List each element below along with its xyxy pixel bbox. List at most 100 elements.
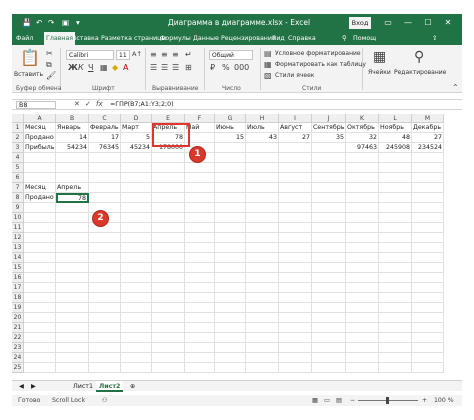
- accessibility-icon[interactable]: ⚇: [102, 395, 108, 406]
- cell-h5[interactable]: [246, 163, 279, 173]
- comma-style-icon[interactable]: 000: [234, 63, 249, 72]
- cell-c20[interactable]: [89, 313, 121, 323]
- cell-b23[interactable]: [56, 343, 89, 353]
- cell-e14[interactable]: [152, 253, 185, 263]
- cell-j23[interactable]: [312, 343, 346, 353]
- cell-k14[interactable]: [346, 253, 379, 263]
- align-right-icon[interactable]: ☰: [172, 63, 179, 72]
- cell-m11[interactable]: [412, 223, 444, 233]
- cell-m10[interactable]: [412, 213, 444, 223]
- cell-i11[interactable]: [279, 223, 312, 233]
- cell-e20[interactable]: [152, 313, 185, 323]
- insert-function-icon[interactable]: fx: [96, 100, 103, 109]
- cell-e12[interactable]: [152, 233, 185, 243]
- sheet-tab-1[interactable]: Лист1: [70, 381, 96, 392]
- cell-g22[interactable]: [215, 333, 246, 343]
- cell-k25[interactable]: [346, 363, 379, 373]
- cell-i16[interactable]: [279, 273, 312, 283]
- tab-insert[interactable]: Вставка: [72, 32, 99, 45]
- cell-b18[interactable]: [56, 293, 89, 303]
- cell-b11[interactable]: [56, 223, 89, 233]
- save-icon[interactable]: 💾: [22, 14, 31, 32]
- cell-b22[interactable]: [56, 333, 89, 343]
- cell-c17[interactable]: [89, 283, 121, 293]
- conditional-format-button[interactable]: Условное форматирование: [275, 50, 361, 57]
- cell-h14[interactable]: [246, 253, 279, 263]
- cell-k1[interactable]: Октябрь: [346, 123, 379, 133]
- cell-j24[interactable]: [312, 353, 346, 363]
- cell-m2[interactable]: 27: [412, 133, 444, 143]
- font-name-select[interactable]: Calibri: [66, 50, 114, 60]
- format-table-button[interactable]: Форматировать как таблицу: [275, 61, 366, 68]
- cell-m19[interactable]: [412, 303, 444, 313]
- cell-c22[interactable]: [89, 333, 121, 343]
- cell-m25[interactable]: [412, 363, 444, 373]
- cell-a16[interactable]: [24, 273, 56, 283]
- cell-c1[interactable]: Февраль: [89, 123, 121, 133]
- editing-icon[interactable]: ⚲: [414, 49, 424, 65]
- cell-g10[interactable]: [215, 213, 246, 223]
- cell-b5[interactable]: [56, 163, 89, 173]
- cell-d14[interactable]: [121, 253, 152, 263]
- tab-home[interactable]: Главная: [44, 32, 76, 45]
- row-header-4[interactable]: 4: [12, 153, 24, 163]
- cell-g14[interactable]: [215, 253, 246, 263]
- cell-h24[interactable]: [246, 353, 279, 363]
- cell-d24[interactable]: [121, 353, 152, 363]
- cell-i20[interactable]: [279, 313, 312, 323]
- cell-f23[interactable]: [185, 343, 215, 353]
- cell-f7[interactable]: [185, 183, 215, 193]
- cell-i4[interactable]: [279, 153, 312, 163]
- cell-g16[interactable]: [215, 273, 246, 283]
- fill-color-icon[interactable]: ◆: [112, 63, 118, 72]
- align-left-icon[interactable]: ☰: [150, 63, 157, 72]
- cell-f9[interactable]: [185, 203, 215, 213]
- cell-b7[interactable]: Апрель: [56, 183, 89, 193]
- ribbon-display-icon[interactable]: ▭: [380, 14, 396, 32]
- cell-e4[interactable]: [152, 153, 185, 163]
- cell-h18[interactable]: [246, 293, 279, 303]
- cell-g5[interactable]: [215, 163, 246, 173]
- cell-l23[interactable]: [379, 343, 412, 353]
- cell-d22[interactable]: [121, 333, 152, 343]
- cell-k15[interactable]: [346, 263, 379, 273]
- enter-icon[interactable]: ✓: [85, 100, 91, 109]
- cell-g19[interactable]: [215, 303, 246, 313]
- bold-icon[interactable]: Ж: [68, 63, 78, 72]
- zoom-level[interactable]: 100 %: [434, 395, 454, 406]
- cell-g3[interactable]: [215, 143, 246, 153]
- cell-c12[interactable]: [89, 233, 121, 243]
- cell-d21[interactable]: [121, 323, 152, 333]
- cell-b3[interactable]: 54234: [56, 143, 89, 153]
- cell-a3[interactable]: Прибыль: [24, 143, 56, 153]
- cell-k18[interactable]: [346, 293, 379, 303]
- cell-j20[interactable]: [312, 313, 346, 323]
- cell-l7[interactable]: [379, 183, 412, 193]
- align-bottom-icon[interactable]: ≡: [172, 50, 179, 59]
- cell-i24[interactable]: [279, 353, 312, 363]
- paste-icon[interactable]: 📋: [20, 49, 40, 67]
- cell-h4[interactable]: [246, 153, 279, 163]
- column-header-j[interactable]: J: [312, 114, 346, 123]
- cell-f18[interactable]: [185, 293, 215, 303]
- cell-l4[interactable]: [379, 153, 412, 163]
- cell-b10[interactable]: [56, 213, 89, 223]
- cell-d8[interactable]: [121, 193, 152, 203]
- search-label[interactable]: Помощ: [353, 32, 376, 45]
- cell-i13[interactable]: [279, 243, 312, 253]
- cell-d5[interactable]: [121, 163, 152, 173]
- cell-b15[interactable]: [56, 263, 89, 273]
- cell-g8[interactable]: [215, 193, 246, 203]
- cell-f25[interactable]: [185, 363, 215, 373]
- cell-a18[interactable]: [24, 293, 56, 303]
- cell-j25[interactable]: [312, 363, 346, 373]
- cell-l13[interactable]: [379, 243, 412, 253]
- cell-h7[interactable]: [246, 183, 279, 193]
- cell-j8[interactable]: [312, 193, 346, 203]
- cell-b19[interactable]: [56, 303, 89, 313]
- cell-e17[interactable]: [152, 283, 185, 293]
- cells-button[interactable]: Ячейки: [368, 69, 391, 76]
- cell-h2[interactable]: 43: [246, 133, 279, 143]
- cell-d2[interactable]: 5: [121, 133, 152, 143]
- tab-review[interactable]: Рецензирование: [221, 32, 276, 45]
